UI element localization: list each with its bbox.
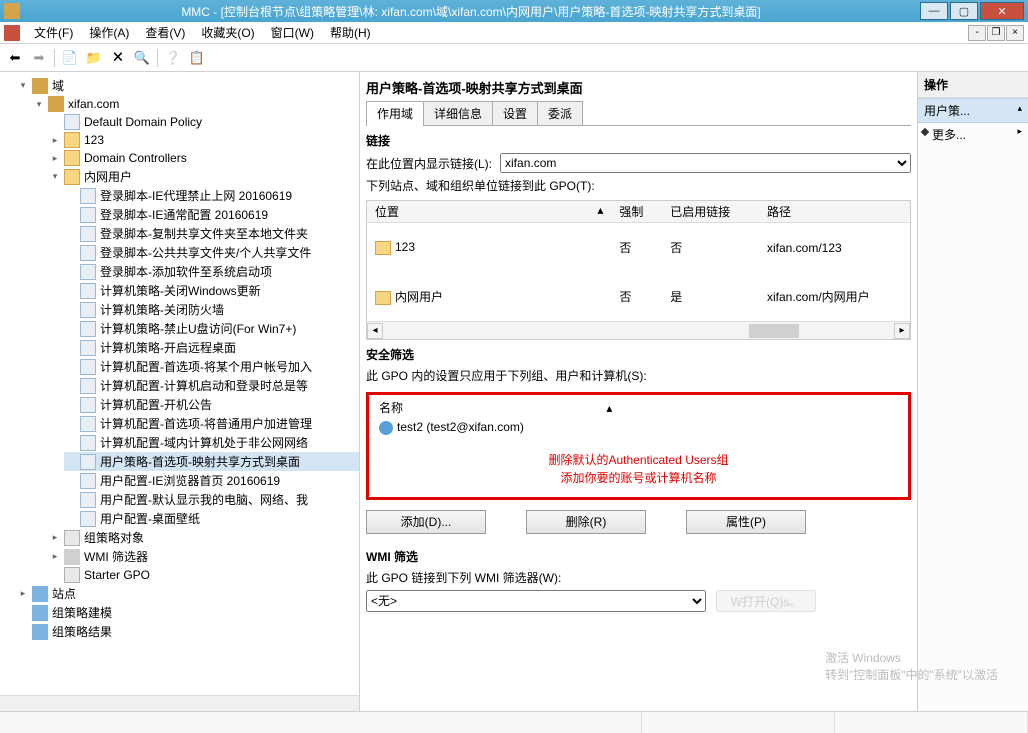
mdi-restore[interactable]: ❐ (987, 25, 1005, 41)
tree-policy-item[interactable]: 用户策略-首选项-映射共享方式到桌面 (64, 452, 359, 471)
show-links-label: 在此位置内显示链接(L): (366, 155, 492, 172)
tree-policy-item[interactable]: 登录脚本-IE代理禁止上网 20160619 (64, 186, 359, 205)
menu-operate[interactable]: 操作(A) (81, 22, 137, 43)
tree-horizontal-scrollbar[interactable] (0, 695, 359, 711)
menu-help[interactable]: 帮助(H) (322, 22, 379, 43)
security-table[interactable]: 名称 ▴ test2 (test2@xifan.com) (371, 397, 906, 437)
tree-policy-item[interactable]: 计算机配置-首选项-将普通用户加进管理 (64, 414, 359, 433)
security-filter-heading: 安全筛选 (366, 346, 911, 363)
tree-gp-model[interactable]: 组策略建模 (16, 603, 359, 622)
sites-linked-label: 下列站点、域和组织单位链接到此 GPO(T): (366, 177, 911, 194)
refresh2-icon[interactable]: 🔍 (131, 47, 153, 69)
tab-settings[interactable]: 设置 (492, 101, 538, 125)
links-horizontal-scroll[interactable]: ◂▸ (367, 321, 910, 339)
tree-sites[interactable]: ▸站点 (16, 584, 359, 603)
toolbar: ⬅ ➡ 📄 📁 🗙 🔍 ❔ 📋 (0, 44, 1028, 72)
tree-policy-item[interactable]: 用户配置-IE浏览器首页 20160619 (64, 471, 359, 490)
mdi-buttons: - ❐ × (967, 25, 1024, 41)
tree-panel[interactable]: ▾域 ▾xifan.com Default Domain Policy ▸123… (0, 72, 360, 711)
page-title: 用户策略-首选项-映射共享方式到桌面 (366, 78, 911, 97)
tree-policy-item[interactable]: 计算机策略-关闭Windows更新 (64, 281, 359, 300)
links-table[interactable]: 位置 ▴ 强制 已启用链接 路径 123否否xifan.com/123内网用户否… (367, 201, 910, 321)
menu-file[interactable]: 文件(F) (26, 22, 81, 43)
tree-policy-item[interactable]: 登录脚本-复制共享文件夹至本地文件夹 (64, 224, 359, 243)
tree-wmi-filters[interactable]: ▸WMI 筛选器 (48, 547, 359, 566)
tab-detail[interactable]: 详细信息 (423, 101, 493, 125)
properties-icon[interactable]: 📋 (186, 47, 208, 69)
close-button[interactable]: ✕ (980, 2, 1024, 20)
tab-scope[interactable]: 作用域 (366, 101, 424, 125)
up-button[interactable]: 📄 (59, 47, 81, 69)
status-bar (0, 711, 1028, 733)
wmi-sub: 此 GPO 链接到下列 WMI 筛选器(W): (366, 569, 911, 586)
actions-group-user-policy[interactable]: 用户策...▴ (918, 98, 1028, 123)
security-filter-panel: 名称 ▴ test2 (test2@xifan.com) 删除默认的Authen… (366, 392, 911, 500)
security-entry: test2 (test2@xifan.com) (397, 420, 524, 434)
wmi-heading: WMI 筛选 (366, 548, 911, 565)
tree-intranet[interactable]: ▾内网用户 (48, 167, 359, 186)
mdi-close[interactable]: × (1006, 25, 1024, 41)
back-button[interactable]: ⬅ (4, 47, 26, 69)
menu-favorites[interactable]: 收藏夹(O) (193, 22, 262, 43)
table-row[interactable]: 123否否xifan.com/123 (367, 223, 910, 273)
app-title-icon (4, 3, 20, 19)
links-table-panel: 位置 ▴ 强制 已启用链接 路径 123否否xifan.com/123内网用户否… (366, 200, 911, 340)
tree-policy-item[interactable]: 计算机配置-开机公告 (64, 395, 359, 414)
wmi-filter-select[interactable]: <无> (366, 590, 706, 612)
actions-panel: 操作 用户策...▴ 更多...▸ (918, 72, 1028, 711)
tree-gpo-objects[interactable]: ▸组策略对象 (48, 528, 359, 547)
wmi-open-button[interactable]: W打开(Q)s。 (716, 590, 816, 612)
user-icon (379, 421, 393, 435)
table-row[interactable]: 内网用户否是xifan.com/内网用户 (367, 272, 910, 321)
refresh-icon[interactable]: 🗙 (107, 47, 129, 69)
tree-ddp[interactable]: Default Domain Policy (48, 113, 359, 131)
annotation-text: 删除默认的Authenticated Users组 添加你要的账号或计算机名称 (371, 451, 906, 487)
tree-policy-item[interactable]: 用户配置-桌面壁纸 (64, 509, 359, 528)
tab-delegate[interactable]: 委派 (537, 101, 583, 125)
tree-policy-item[interactable]: 计算机配置-域内计算机处于非公网网络 (64, 433, 359, 452)
tree-123[interactable]: ▸123 (48, 131, 359, 149)
tree-policy-item[interactable]: 登录脚本-IE通常配置 20160619 (64, 205, 359, 224)
maximize-button[interactable]: ▢ (950, 2, 978, 20)
tree-gp-result[interactable]: 组策略结果 (16, 622, 359, 641)
tree-policy-item[interactable]: 计算机策略-开启远程桌面 (64, 338, 359, 357)
mdi-minimize[interactable]: - (968, 25, 986, 41)
forward-button[interactable]: ➡ (28, 47, 50, 69)
security-filter-sub: 此 GPO 内的设置只应用于下列组、用户和计算机(S): (366, 367, 911, 384)
windows-activation-watermark: 激活 Windows 转到"控制面板"中的"系统"以激活 (825, 649, 918, 683)
title-bar: MMC - [控制台根节点\组策略管理\林: xifan.com\域\xifan… (0, 0, 1028, 22)
tree-policy-item[interactable]: 用户配置-默认显示我的电脑、网络、我 (64, 490, 359, 509)
window-title: MMC - [控制台根节点\组策略管理\林: xifan.com\域\xifan… (24, 3, 918, 20)
tree-policy-item[interactable]: 计算机策略-禁止U盘访问(For Win7+) (64, 319, 359, 338)
actions-heading: 操作 (918, 72, 1028, 98)
tree-policy-item[interactable]: 登录脚本-添加软件至系统启动项 (64, 262, 359, 281)
tree-xifan[interactable]: ▾xifan.com (32, 95, 359, 113)
add-button[interactable]: 添加(D)... (366, 510, 486, 534)
app-icon (4, 25, 20, 41)
tabs: 作用域 详细信息 设置 委派 (366, 101, 911, 126)
tree-policy-item[interactable]: 计算机配置-计算机启动和登录时总是等 (64, 376, 359, 395)
help-icon[interactable]: ❔ (162, 47, 184, 69)
remove-button[interactable]: 删除(R) (526, 510, 646, 534)
tree-policy-item[interactable]: 登录脚本-公共共享文件夹/个人共享文件 (64, 243, 359, 262)
details-panel: 用户策略-首选项-映射共享方式到桌面 作用域 详细信息 设置 委派 链接 在此位… (360, 72, 918, 711)
tree-root-domain[interactable]: ▾域 (16, 76, 359, 95)
menu-window[interactable]: 窗口(W) (263, 22, 322, 43)
links-location-select[interactable]: xifan.com (500, 153, 911, 173)
tree-starter-gpo[interactable]: Starter GPO (48, 566, 359, 584)
actions-more[interactable]: 更多...▸ (918, 123, 1028, 146)
tree-policy-item[interactable]: 计算机配置-首选项-将某个用户帐号加入 (64, 357, 359, 376)
window-buttons: — ▢ ✕ (918, 2, 1024, 20)
links-heading: 链接 (366, 132, 911, 149)
menu-view[interactable]: 查看(V) (137, 22, 193, 43)
folder-button[interactable]: 📁 (83, 47, 105, 69)
properties-button[interactable]: 属性(P) (686, 510, 806, 534)
minimize-button[interactable]: — (920, 2, 948, 20)
tree-dc[interactable]: ▸Domain Controllers (48, 149, 359, 167)
menu-bar: 文件(F) 操作(A) 查看(V) 收藏夹(O) 窗口(W) 帮助(H) - ❐… (0, 22, 1028, 44)
tree-policy-item[interactable]: 计算机策略-关闭防火墙 (64, 300, 359, 319)
